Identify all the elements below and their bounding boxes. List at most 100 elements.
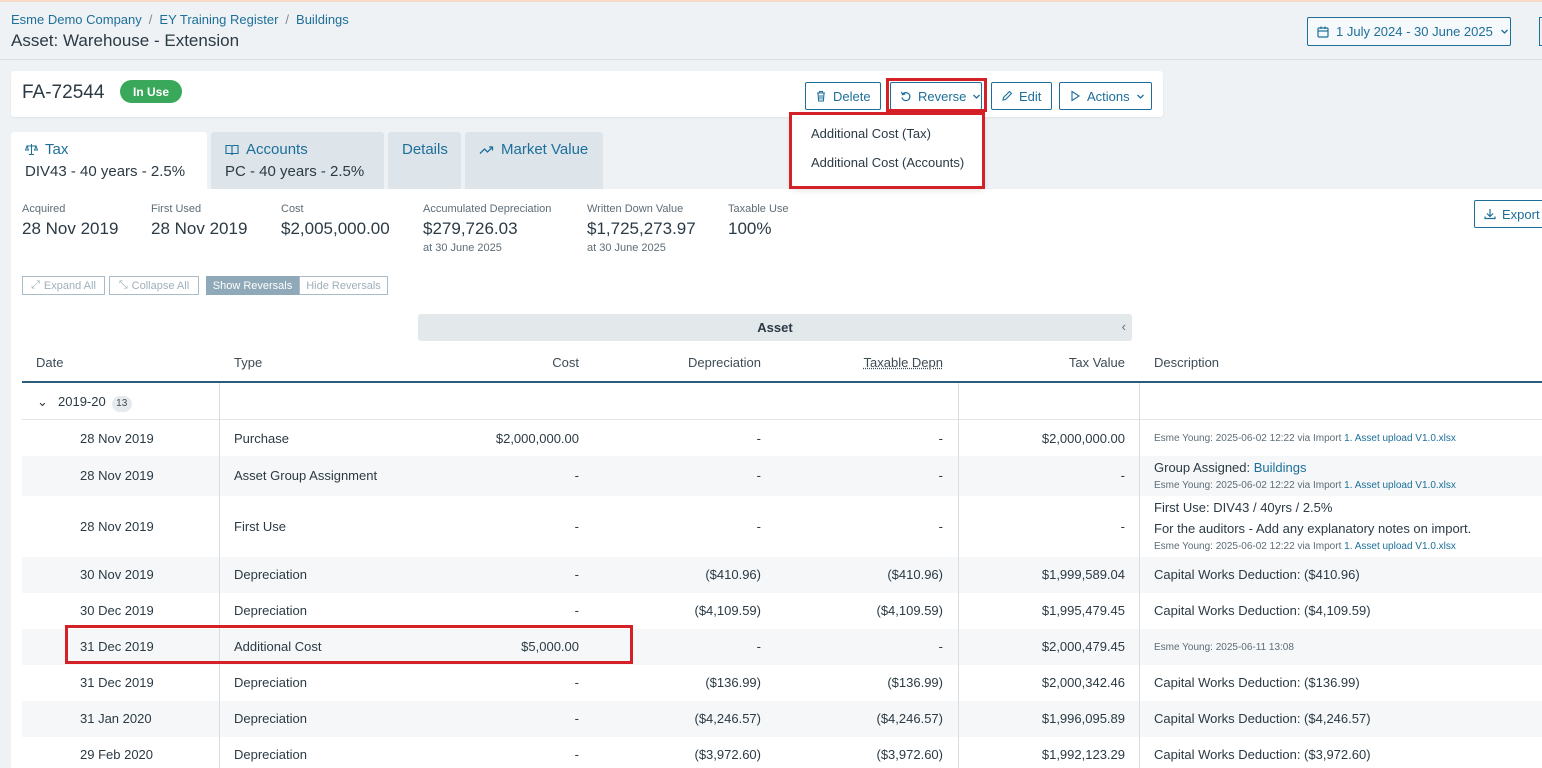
expand-icon: ⤢ bbox=[31, 279, 40, 291]
stat-acquired-value: 28 Nov 2019 bbox=[22, 219, 119, 238]
tab-accounts-method: PC - 40 years - 2.5% bbox=[225, 163, 365, 180]
stat-taxable-use-label: Taxable Use bbox=[728, 203, 789, 215]
row-date: 28 Nov 2019 bbox=[80, 468, 154, 483]
row-date: 28 Nov 2019 bbox=[80, 431, 154, 446]
hide-reversals-button[interactable]: Hide Reversals bbox=[299, 276, 388, 295]
row-tax-value: $1,999,589.04 bbox=[1041, 567, 1125, 582]
play-icon bbox=[1071, 90, 1081, 102]
row-description: Group Assigned: Buildings bbox=[1154, 460, 1307, 475]
additional-cost-highlight-box bbox=[65, 625, 633, 664]
row-cost: - bbox=[574, 603, 579, 618]
col-taxable-depn[interactable]: Taxable Depn bbox=[823, 355, 944, 370]
row-description: Capital Works Deduction: ($4,109.59) bbox=[1154, 603, 1371, 618]
stat-wdv-date: at 30 June 2025 bbox=[587, 242, 666, 254]
asset-id: FA-72544 bbox=[22, 82, 105, 103]
status-badge: In Use bbox=[120, 80, 182, 103]
calendar-icon bbox=[1317, 26, 1329, 38]
row-type: Asset Group Assignment bbox=[234, 468, 378, 483]
row-tax-value: $2,000,479.45 bbox=[1041, 639, 1125, 654]
row-depreciation: ($136.99) bbox=[705, 675, 761, 690]
row-depreciation: - bbox=[756, 639, 761, 654]
group-year: 2019-20 bbox=[58, 394, 106, 409]
row-description: Capital Works Deduction: ($410.96) bbox=[1154, 567, 1360, 582]
tab-accounts[interactable]: Accounts PC - 40 years - 2.5% bbox=[211, 132, 384, 189]
row-date: 30 Nov 2019 bbox=[80, 567, 154, 582]
breadcrumb-group[interactable]: Buildings bbox=[296, 12, 349, 27]
stat-wdv-value: $1,725,273.97 bbox=[587, 219, 696, 238]
actions-button[interactable]: Actions bbox=[1059, 82, 1152, 110]
breadcrumb: Esme Demo Company / EY Training Register / B… bbox=[11, 12, 349, 27]
row-depreciation: ($410.96) bbox=[705, 567, 761, 582]
reverse-highlight-box bbox=[886, 78, 987, 112]
tab-tax[interactable]: Tax DIV43 - 40 years - 2.5% bbox=[11, 132, 207, 189]
import-file-link[interactable]: 1. Asset upload V1.0.xlsx bbox=[1344, 541, 1456, 552]
edit-button[interactable]: Edit bbox=[991, 82, 1052, 110]
stat-accum-depn-label: Accumulated Depreciation bbox=[423, 203, 552, 215]
desc-text: Group Assigned: bbox=[1154, 460, 1254, 475]
collapse-all-label: Collapse All bbox=[131, 279, 190, 292]
column-separator bbox=[958, 383, 959, 768]
edit-label: Edit bbox=[1019, 88, 1042, 104]
row-audit-note: Esme Young: 2025-06-02 12:22 via Import … bbox=[1154, 541, 1456, 552]
group-count-badge: 13 bbox=[111, 396, 132, 412]
stat-accum-depn-value: $279,726.03 bbox=[423, 219, 518, 238]
chevron-left-icon[interactable]: ‹ bbox=[1122, 319, 1126, 334]
tab-details[interactable]: Details bbox=[388, 132, 461, 189]
row-taxable-depn: ($136.99) bbox=[887, 675, 943, 690]
row-date: 28 Nov 2019 bbox=[80, 519, 154, 534]
expand-all-label: Expand All bbox=[43, 279, 96, 292]
row-depreciation: - bbox=[756, 468, 761, 483]
col-tax-value[interactable]: Tax Value bbox=[1005, 355, 1125, 370]
row-cost: - bbox=[574, 711, 579, 726]
import-file-link[interactable]: 1. Asset upload V1.0.xlsx bbox=[1344, 433, 1456, 444]
row-depreciation: ($4,246.57) bbox=[694, 711, 762, 726]
row-description: Capital Works Deduction: ($136.99) bbox=[1154, 675, 1360, 690]
row-cost: - bbox=[574, 519, 579, 534]
export-button[interactable]: Export bbox=[1474, 200, 1542, 228]
row-type: Depreciation bbox=[234, 711, 307, 726]
asset-column-group-header: Asset ‹ bbox=[418, 314, 1132, 341]
collapse-all-button[interactable]: ⤡ Collapse All bbox=[109, 276, 199, 295]
group-link[interactable]: Buildings bbox=[1254, 460, 1307, 475]
row-depreciation: - bbox=[756, 519, 761, 534]
stat-first-used-value: 28 Nov 2019 bbox=[151, 219, 248, 238]
export-label: Export bbox=[1502, 206, 1540, 222]
col-description[interactable]: Description bbox=[1154, 355, 1219, 370]
row-type: Depreciation bbox=[234, 675, 307, 690]
breadcrumb-company[interactable]: Esme Demo Company bbox=[11, 12, 142, 27]
row-tax-value: - bbox=[1120, 468, 1125, 483]
row-type: Depreciation bbox=[234, 603, 307, 618]
expand-all-button[interactable]: ⤢ Expand All bbox=[22, 276, 105, 295]
row-tax-value: $1,996,095.89 bbox=[1041, 711, 1125, 726]
tab-market-value[interactable]: Market Value bbox=[465, 132, 603, 189]
row-taxable-depn: - bbox=[938, 519, 943, 534]
col-cost[interactable]: Cost bbox=[479, 355, 579, 370]
group-toggle[interactable]: ⌄ bbox=[37, 394, 48, 410]
row-description: Capital Works Deduction: ($4,246.57) bbox=[1154, 711, 1371, 726]
show-reversals-button[interactable]: Show Reversals bbox=[206, 276, 299, 295]
delete-button[interactable]: Delete bbox=[805, 82, 881, 110]
col-date[interactable]: Date bbox=[36, 355, 63, 370]
row-type: Depreciation bbox=[234, 747, 307, 762]
row-date: 31 Jan 2020 bbox=[80, 711, 152, 726]
stat-cost-value: $2,005,000.00 bbox=[281, 219, 390, 238]
audit-text: Esme Young: 2025-06-02 12:22 via Import bbox=[1154, 433, 1345, 444]
row-type: First Use bbox=[234, 519, 286, 534]
trend-up-icon bbox=[479, 145, 494, 154]
breadcrumb-register[interactable]: EY Training Register bbox=[159, 12, 278, 27]
row-tax-value: $2,000,000.00 bbox=[1041, 431, 1125, 446]
col-type[interactable]: Type bbox=[234, 355, 262, 370]
tab-accounts-label: Accounts bbox=[246, 141, 308, 158]
chevron-down-icon bbox=[1500, 29, 1508, 34]
group-row[interactable] bbox=[22, 383, 1542, 420]
date-range-button[interactable]: 1 July 2024 - 30 June 2025 bbox=[1307, 17, 1511, 46]
tab-market-value-label: Market Value bbox=[501, 141, 589, 158]
row-audit-note: Esme Young: 2025-06-02 12:22 via Import … bbox=[1154, 480, 1456, 491]
row-taxable-depn: - bbox=[938, 431, 943, 446]
row-date: 30 Dec 2019 bbox=[80, 603, 154, 618]
row-tax-value: $1,992,123.29 bbox=[1041, 747, 1125, 762]
stat-first-used-label: First Used bbox=[151, 203, 202, 215]
col-depreciation[interactable]: Depreciation bbox=[641, 355, 761, 370]
import-file-link[interactable]: 1. Asset upload V1.0.xlsx bbox=[1344, 480, 1456, 491]
row-type: Purchase bbox=[234, 431, 289, 446]
